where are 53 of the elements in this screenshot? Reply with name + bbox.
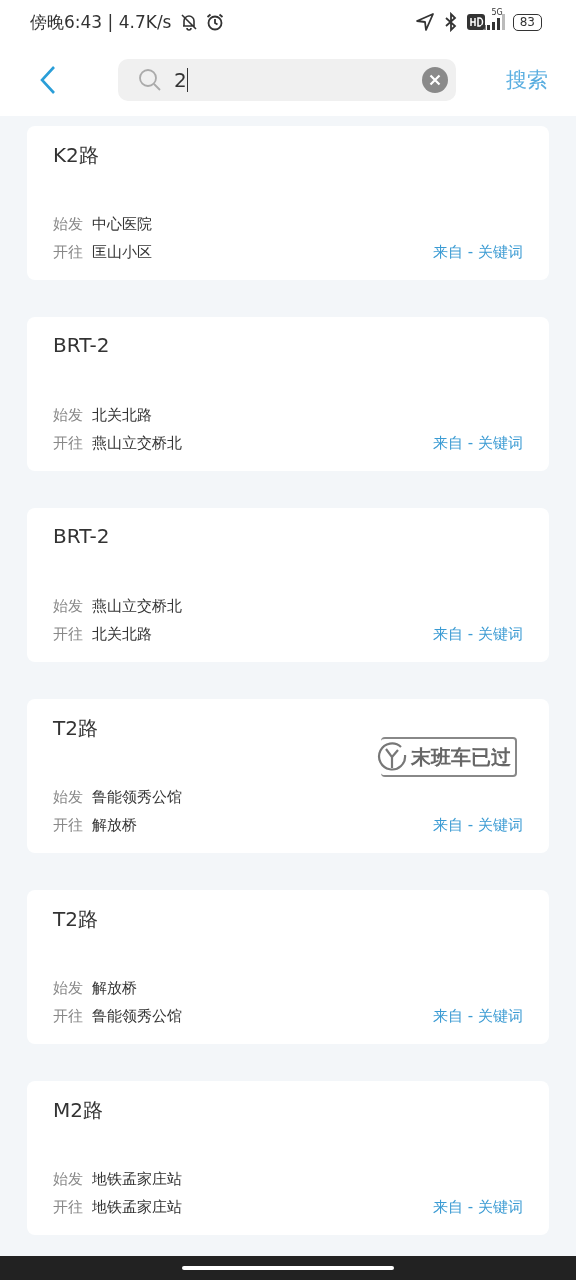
route-name: K2路 <box>53 142 99 169</box>
destination-label: 开往 <box>53 434 83 454</box>
origin-label: 始发 <box>53 597 83 617</box>
route-card[interactable]: K2路 始发 中心医院 开往 匡山小区 来自 - 关键词 <box>27 126 549 280</box>
origin-stop: 北关北路 <box>92 406 152 426</box>
route-card[interactable]: M2路 始发 地铁孟家庄站 开往 地铁孟家庄站 来自 - 关键词 <box>27 1081 549 1235</box>
destination-label: 开往 <box>53 816 83 836</box>
clear-icon[interactable] <box>422 67 448 93</box>
alarm-icon <box>205 12 226 32</box>
source-tag: 来自 - 关键词 <box>433 1198 523 1218</box>
status-time: 傍晚6:43 | 4.7K/s <box>30 10 172 34</box>
destination-label: 开往 <box>53 1198 83 1218</box>
source-tag: 来自 - 关键词 <box>433 816 523 836</box>
route-name: T2路 <box>53 715 98 742</box>
search-field[interactable]: 2 <box>118 59 456 101</box>
route-name: T2路 <box>53 906 98 933</box>
search-icon <box>138 68 162 92</box>
destination-stop: 地铁孟家庄站 <box>92 1198 182 1218</box>
destination-stop: 解放桥 <box>92 816 137 836</box>
location-arrow-icon <box>415 12 436 32</box>
origin-stop: 地铁孟家庄站 <box>92 1170 182 1190</box>
route-name: M2路 <box>53 1097 103 1124</box>
destination-stop: 北关北路 <box>92 625 152 645</box>
origin-label: 始发 <box>53 215 83 235</box>
network-label: 5G <box>491 8 503 17</box>
source-tag: 来自 - 关键词 <box>433 434 523 454</box>
origin-stop: 燕山立交桥北 <box>92 597 182 617</box>
hd-icon <box>467 14 486 30</box>
origin-label: 始发 <box>53 788 83 808</box>
destination-stop: 匡山小区 <box>92 243 152 263</box>
source-tag: 来自 - 关键词 <box>433 625 523 645</box>
origin-label: 始发 <box>53 1170 83 1190</box>
route-card[interactable]: T2路 始发 解放桥 开往 鲁能领秀公馆 来自 - 关键词 <box>27 890 549 1044</box>
route-name: BRT-2 <box>53 333 110 357</box>
route-card[interactable]: BRT-2 始发 燕山立交桥北 开往 北关北路 来自 - 关键词 <box>27 508 549 662</box>
destination-label: 开往 <box>53 1007 83 1027</box>
battery-level: 83 <box>512 13 542 31</box>
route-name: BRT-2 <box>53 524 110 548</box>
route-card[interactable]: BRT-2 始发 北关北路 开往 燕山立交桥北 来自 - 关键词 <box>27 317 549 471</box>
destination-stop: 鲁能领秀公馆 <box>92 1007 182 1027</box>
signal-icon <box>480 14 507 30</box>
origin-label: 始发 <box>53 979 83 999</box>
destination-label: 开往 <box>53 625 83 645</box>
destination-label: 开往 <box>53 243 83 263</box>
source-tag: 来自 - 关键词 <box>433 1007 523 1027</box>
origin-stop: 解放桥 <box>92 979 137 999</box>
origin-stop: 鲁能领秀公馆 <box>92 788 182 808</box>
route-card[interactable]: T2路 末班车已过 始发 鲁能领秀公馆 开往 解放桥 来自 - 关键词 <box>27 699 549 853</box>
origin-label: 始发 <box>53 406 83 426</box>
origin-stop: 中心医院 <box>92 215 152 235</box>
back-icon[interactable] <box>40 65 56 95</box>
destination-stop: 燕山立交桥北 <box>92 434 182 454</box>
source-tag: 来自 - 关键词 <box>433 243 523 263</box>
